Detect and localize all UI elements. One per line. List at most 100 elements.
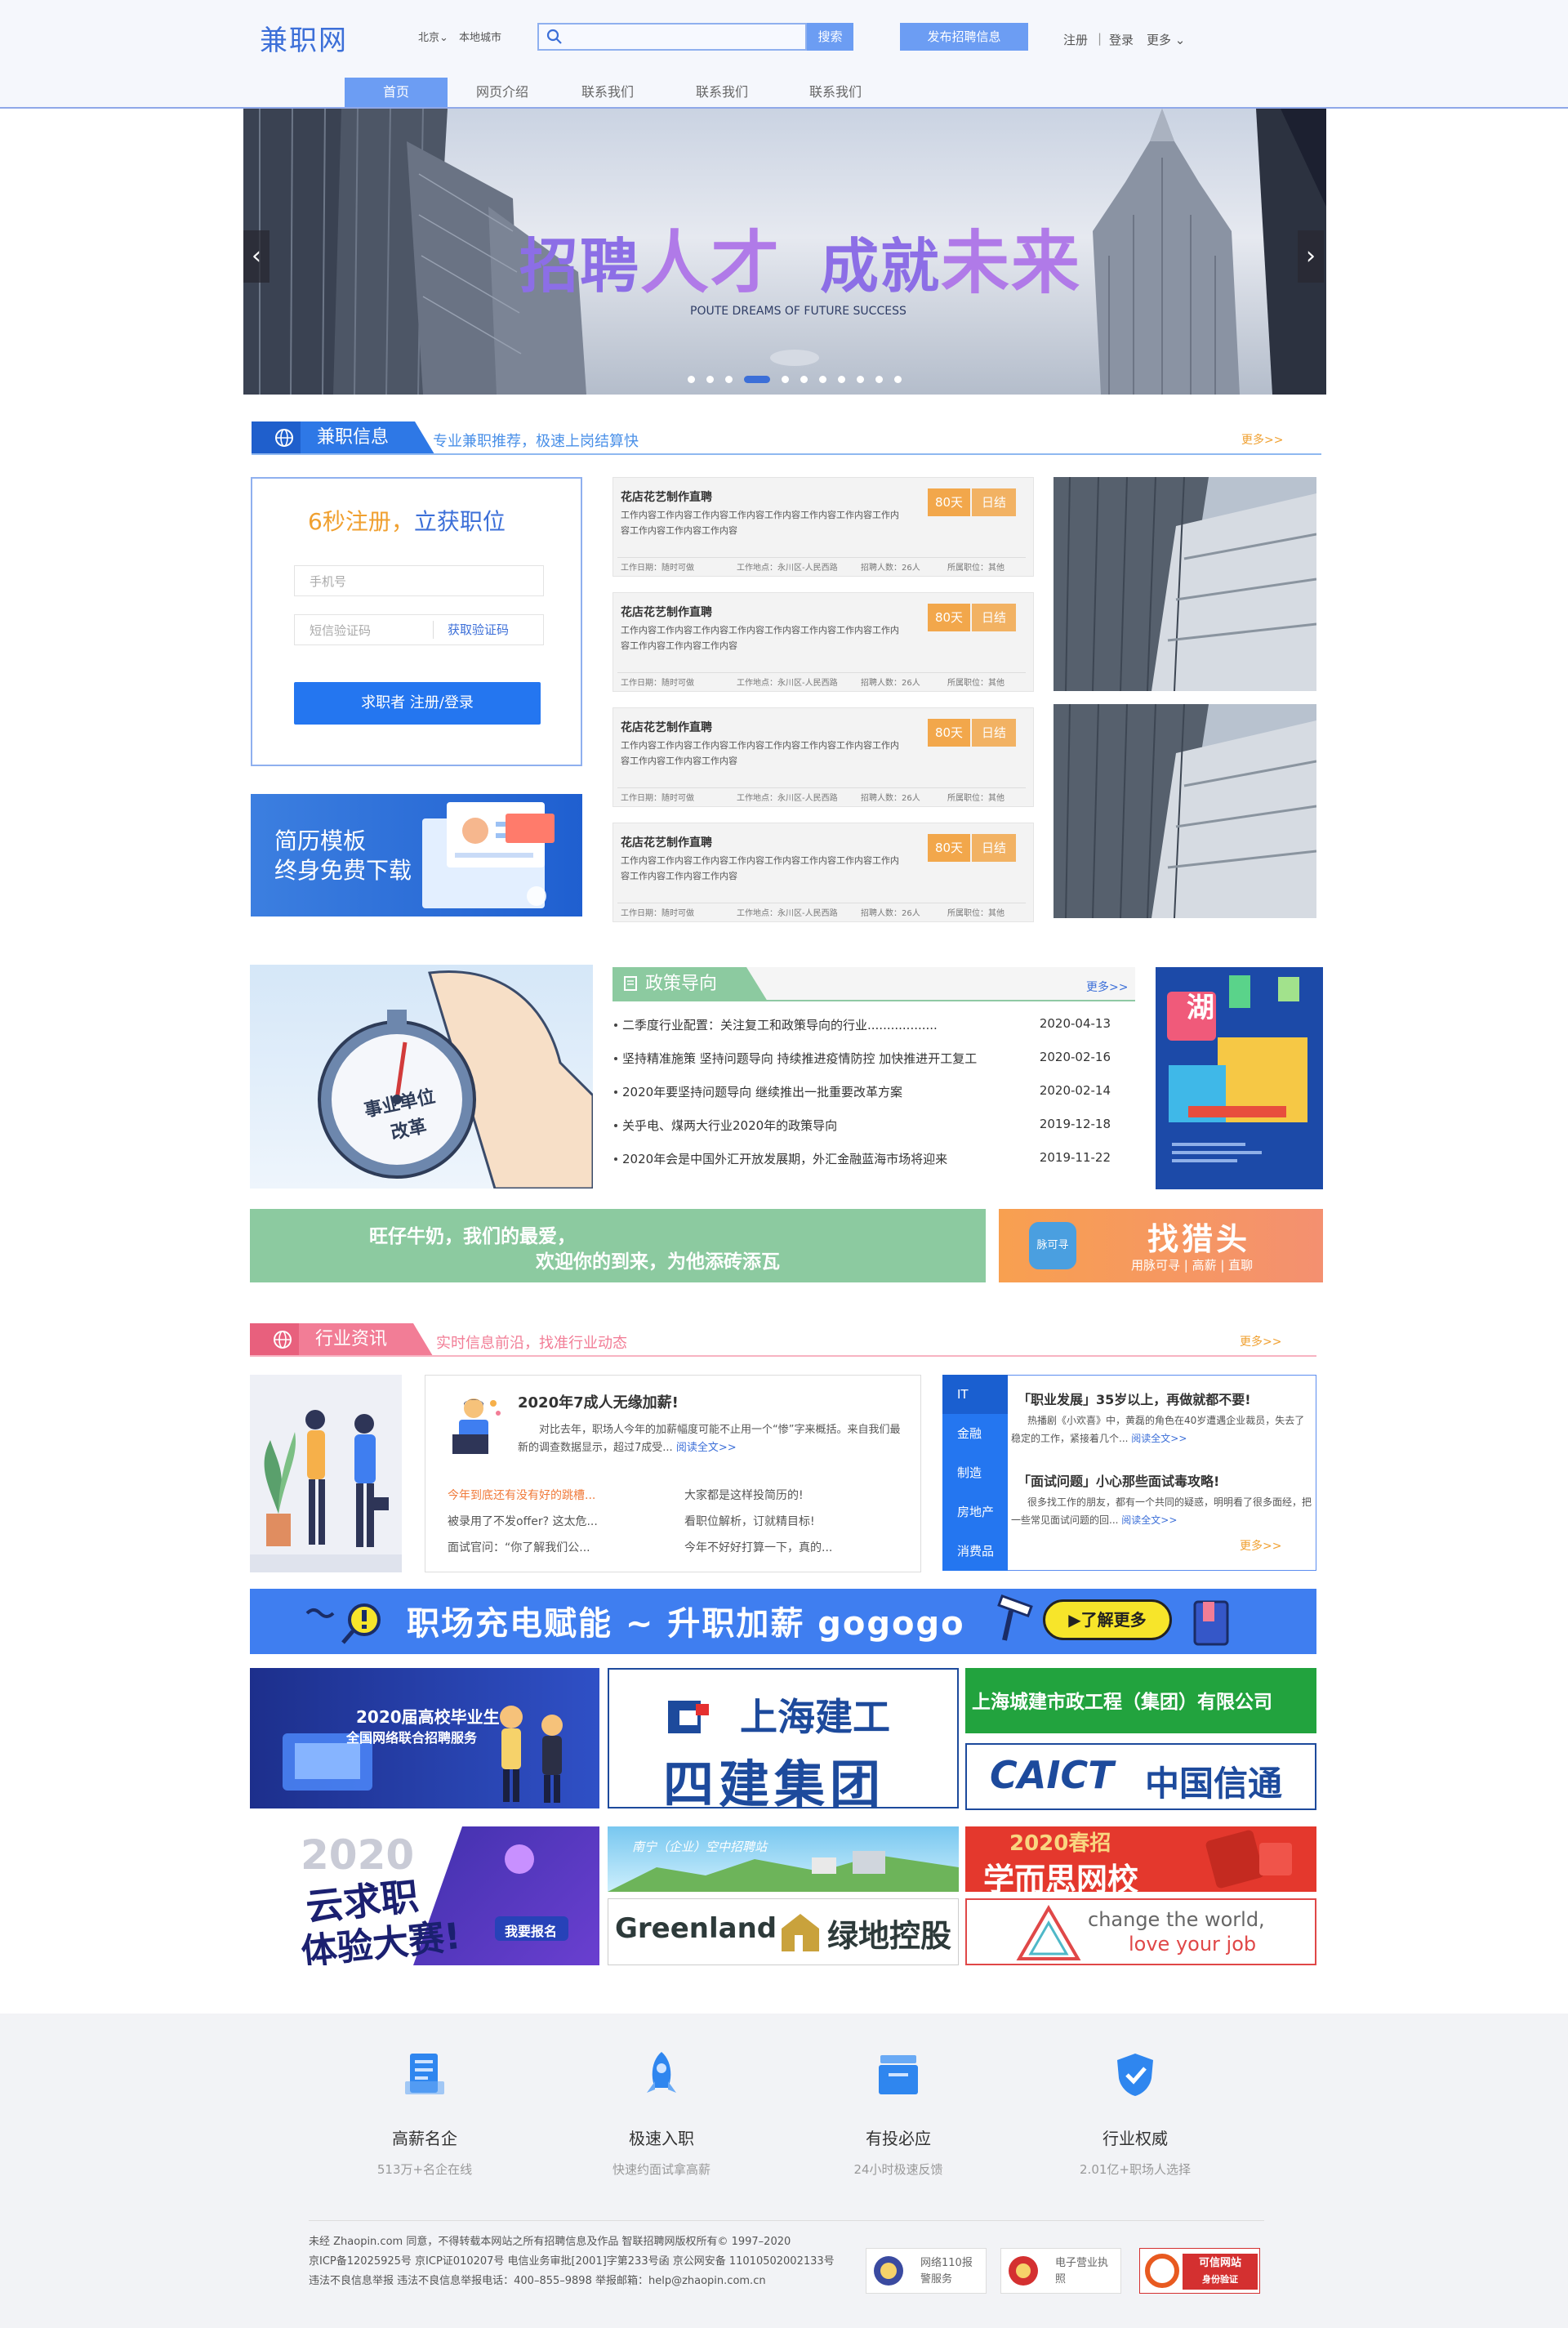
news-headline[interactable]: 2020年7成人无缘加薪! <box>518 1391 679 1412</box>
job-divider <box>617 787 1026 788</box>
inbox-icon <box>872 2049 924 2101</box>
news-illustration <box>250 1375 402 1572</box>
register-link[interactable]: 注册 <box>1063 31 1088 48</box>
carousel-dot[interactable] <box>857 376 864 383</box>
policy-item[interactable]: 坚持精准施策 坚持问题导向 持续推进疫情防控 加快推进开工复工 2020-02-1… <box>612 1043 1135 1076</box>
job-time: 工作日期：随时可做 <box>621 564 694 573</box>
category-tab[interactable]: 金融 <box>942 1414 1008 1453</box>
phone-input[interactable]: 手机号 <box>294 565 544 596</box>
read-more-link[interactable]: 阅读全文>> <box>1121 1514 1177 1526</box>
milk-ad-line-2: 欢迎你的到来，为他添砖添瓦 <box>536 1251 780 1273</box>
local-city-link[interactable]: 本地城市 <box>459 29 501 44</box>
article-body: 很多找工作的朋友，都有一个共同的疑惑，明明看了很多面经，把一些常见面试问题的回.… <box>1011 1493 1313 1529</box>
news-link[interactable]: 看职位解析，订就精目标! <box>684 1513 815 1529</box>
globe-icon <box>250 1323 299 1356</box>
policy-item[interactable]: 2020年会是中国外汇开放发展期，外汇金融蓝海市场将迎来 2019-11-22 <box>612 1144 1135 1176</box>
nav-intro[interactable]: 网页介绍 <box>461 78 543 107</box>
job-description: 工作内容工作内容工作内容工作内容工作内容工作内容工作内容工作内容工作内容工作内容… <box>621 740 899 766</box>
policy-item[interactable]: 2020年要坚持问题导向 继续推出一批重要改革方案 2020-02-14 <box>612 1077 1135 1109</box>
job-title[interactable]: 花店花艺制作直聘 <box>621 604 712 620</box>
more-link[interactable]: 更多>> <box>1240 1333 1281 1349</box>
triangle-mark <box>1016 1905 1081 1960</box>
prev-arrow-icon[interactable]: ‹ <box>243 230 270 283</box>
job-duration-badge: 80天 <box>928 604 970 631</box>
tab-corner <box>746 967 768 1001</box>
nav-contact-2[interactable]: 联系我们 <box>681 78 763 107</box>
policy-date: 2019-11-22 <box>1039 1150 1111 1165</box>
headhunter-title: 找猎头 <box>1147 1221 1251 1257</box>
site-logo[interactable]: 兼职网 <box>260 18 348 58</box>
more-link[interactable]: 更多>> <box>1241 431 1283 448</box>
job-place: 工作地点：永川区-人民西路 <box>737 564 838 573</box>
category-tab[interactable]: 消费品 <box>942 1532 1008 1571</box>
business-license-badge[interactable]: 电子营业执照 <box>1000 2248 1121 2294</box>
news-link[interactable]: 大家都是这样投简历的! <box>684 1487 804 1503</box>
job-description: 工作内容工作内容工作内容工作内容工作内容工作内容工作内容工作内容工作内容工作内容… <box>621 510 899 536</box>
login-link[interactable]: 登录 <box>1109 31 1134 48</box>
shanghai-construction-logo[interactable]: 上海建工 四建集团 <box>608 1668 959 1808</box>
carousel-dot[interactable] <box>744 376 770 383</box>
cloud-job-contest-logo[interactable]: 2020 云求职 体验大赛! 我要报名 <box>250 1826 599 1965</box>
carousel-dot[interactable] <box>838 376 845 383</box>
category-tab[interactable]: IT <box>942 1375 1008 1414</box>
municipal-engineering-logo[interactable]: 上海城建市政工程（集团）有限公司 <box>965 1668 1316 1733</box>
news-link[interactable]: 面试官问：“你了解我们公... <box>448 1539 590 1555</box>
job-title[interactable]: 花店花艺制作直聘 <box>621 488 712 505</box>
post-job-button[interactable]: 发布招聘信息 <box>900 23 1028 51</box>
carousel-dot[interactable] <box>819 376 826 383</box>
policy-title: 关乎电、煤两大行业2020年的政策导向 <box>622 1118 838 1133</box>
change-world-logo[interactable]: change the world, love your job <box>965 1898 1316 1965</box>
search-button[interactable]: 搜索 <box>807 23 853 51</box>
news-link[interactable]: 今年不好好打算一下，真的... <box>684 1539 832 1555</box>
article-title[interactable]: 「职业发展」35岁以上，再做就都不要! <box>1018 1389 1251 1408</box>
police-110-badge[interactable]: 网络110报警服务 <box>866 2248 987 2294</box>
news-link[interactable]: 被录用了不发offer? 这太危... <box>448 1513 598 1529</box>
caict-logo[interactable]: CAICT 中国信通院 <box>965 1743 1316 1810</box>
carousel-dot[interactable] <box>875 376 883 383</box>
graduate-recruit-logo[interactable]: 2020届高校毕业生 全国网络联合招聘服务 <box>250 1668 599 1808</box>
banner-word-4: 未来 <box>941 223 1082 303</box>
carousel-dot[interactable] <box>688 376 695 383</box>
more-menu[interactable]: 更多 ⌄ <box>1147 31 1185 48</box>
nanning-recruit-logo[interactable]: 南宁（企业）空中招聘站 <box>608 1826 959 1892</box>
nav-contact-3[interactable]: 联系我们 <box>795 78 876 107</box>
learn-more-button[interactable]: ▶了解更多 <box>1043 1599 1172 1640</box>
carousel-dot[interactable] <box>800 376 808 383</box>
resume-line-1: 简历模板 <box>274 827 367 854</box>
divider <box>433 621 434 639</box>
feature-subtitle: 快速约面试拿高薪 <box>612 2162 710 2177</box>
next-arrow-icon[interactable]: › <box>1298 230 1324 283</box>
news-link[interactable]: 今年到底还有没有好的跳槽... <box>448 1487 595 1503</box>
job-title[interactable]: 花店花艺制作直聘 <box>621 834 712 850</box>
get-code-button[interactable]: 获取验证码 <box>448 614 509 645</box>
policy-item[interactable]: 二季度行业配置：关注复工和政策导向的行业.................. 20… <box>612 1010 1135 1042</box>
greenland-logo[interactable]: Greenland 绿地控股 <box>608 1898 959 1965</box>
chevron-down-icon: ⌄ <box>439 32 448 44</box>
nav-home[interactable]: 首页 <box>345 78 448 107</box>
greenland-mark <box>782 1914 819 1951</box>
register-login-button[interactable]: 求职者 注册/登录 <box>294 682 541 725</box>
carousel-dot[interactable] <box>782 376 789 383</box>
policy-item[interactable]: 关乎电、煤两大行业2020年的政策导向 2019-12-18 <box>612 1110 1135 1143</box>
category-tab[interactable]: 房地产 <box>942 1492 1008 1532</box>
carousel-dot[interactable] <box>706 376 714 383</box>
nanning-title: 南宁（企业）空中招聘站 <box>632 1840 768 1854</box>
carousel-dot[interactable] <box>725 376 733 383</box>
read-more-link[interactable]: 阅读全文>> <box>676 1442 737 1454</box>
promo-text: 职场充电赋能 ~ 升职加薪 gogogo <box>407 1605 965 1643</box>
category-tab[interactable]: 制造 <box>942 1453 1008 1492</box>
article-title[interactable]: 「面试问题」小心那些面试毒攻略! <box>1018 1470 1219 1490</box>
nav-contact-1[interactable]: 联系我们 <box>567 78 648 107</box>
xueersi-logo[interactable]: 2020春招 学而思网校 <box>965 1826 1316 1892</box>
read-more-link[interactable]: 阅读全文>> <box>1131 1433 1187 1444</box>
job-title[interactable]: 花店花艺制作直聘 <box>621 719 712 735</box>
more-link[interactable]: 更多>> <box>1240 1537 1281 1554</box>
caict-cn: 中国信通院 <box>1145 1764 1283 1804</box>
city-selector[interactable]: 北京⌄ <box>418 29 448 44</box>
job-pay-badge: 日结 <box>972 719 1016 747</box>
trusted-site-badge[interactable]: 可信网站 身份验证 <box>1139 2248 1260 2294</box>
chevron-down-icon: ⌄ <box>1174 33 1186 47</box>
search-input[interactable] <box>537 23 807 51</box>
more-link[interactable]: 更多>> <box>1086 979 1128 995</box>
carousel-dot[interactable] <box>894 376 902 383</box>
